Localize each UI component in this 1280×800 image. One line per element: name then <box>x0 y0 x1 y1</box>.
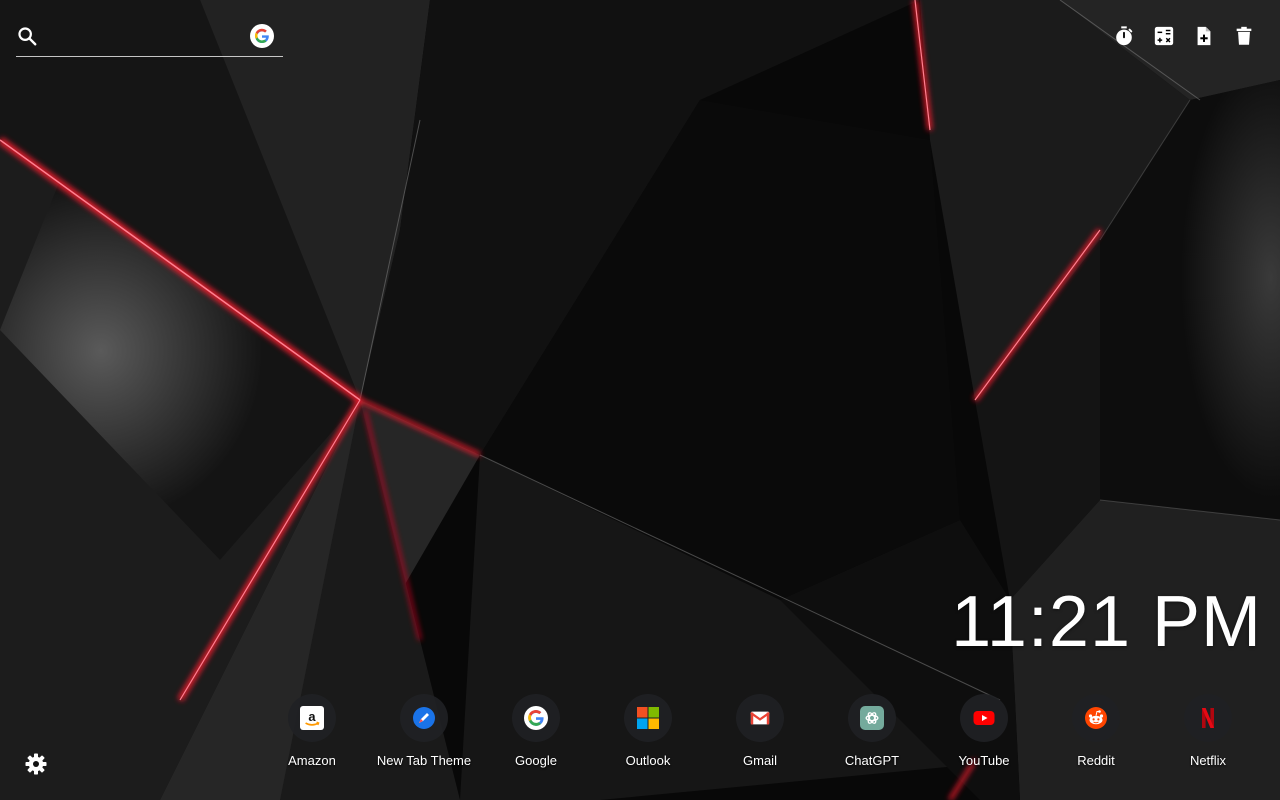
shortcut-label: New Tab Theme <box>376 753 472 768</box>
shortcut-google[interactable]: Google <box>480 694 592 768</box>
new-tab-page: 11:21 PM a Amazon New Tab Theme Google O… <box>0 0 1280 800</box>
shortcut-label: Amazon <box>288 753 336 768</box>
search-bar <box>16 20 283 57</box>
shortcut-label: ChatGPT <box>844 753 900 768</box>
shortcut-label: Reddit <box>1077 753 1115 768</box>
shortcut-netflix[interactable]: Netflix <box>1152 694 1264 768</box>
netflix-icon <box>1196 706 1220 730</box>
shortcuts-bar: a Amazon New Tab Theme Google Outlook Gm… <box>256 694 1264 768</box>
search-icon[interactable] <box>16 25 38 47</box>
gear-icon[interactable] <box>24 752 48 776</box>
search-input[interactable] <box>50 24 244 52</box>
add-note-icon[interactable] <box>1192 24 1216 48</box>
calculator-icon[interactable] <box>1152 24 1176 48</box>
shortcut-label: Google <box>515 753 557 768</box>
youtube-icon <box>972 706 996 730</box>
shortcut-new-tab-theme[interactable]: New Tab Theme <box>368 694 480 768</box>
gmail-icon <box>748 706 772 730</box>
timer-icon[interactable] <box>1112 24 1136 48</box>
shortcut-label: Outlook <box>625 753 671 768</box>
clock: 11:21 PM <box>951 582 1262 662</box>
shortcut-label: Netflix <box>1189 753 1227 768</box>
outlook-icon <box>636 706 660 730</box>
shortcut-outlook[interactable]: Outlook <box>592 694 704 768</box>
google-icon[interactable] <box>250 24 274 48</box>
shortcut-amazon[interactable]: a Amazon <box>256 694 368 768</box>
reddit-icon <box>1084 706 1108 730</box>
shortcut-label: Gmail <box>743 753 777 768</box>
toolbar <box>1112 24 1256 48</box>
trash-icon[interactable] <box>1232 24 1256 48</box>
shortcut-label: YouTube <box>958 753 1010 768</box>
shortcut-reddit[interactable]: Reddit <box>1040 694 1152 768</box>
shortcut-chatgpt[interactable]: ChatGPT <box>816 694 928 768</box>
svg-text:a: a <box>308 709 316 724</box>
amazon-icon: a <box>300 706 324 730</box>
new-tab-theme-icon <box>412 706 436 730</box>
wallpaper <box>0 0 1280 800</box>
shortcut-gmail[interactable]: Gmail <box>704 694 816 768</box>
google-icon <box>524 706 548 730</box>
shortcut-youtube[interactable]: YouTube <box>928 694 1040 768</box>
chatgpt-icon <box>860 706 884 730</box>
